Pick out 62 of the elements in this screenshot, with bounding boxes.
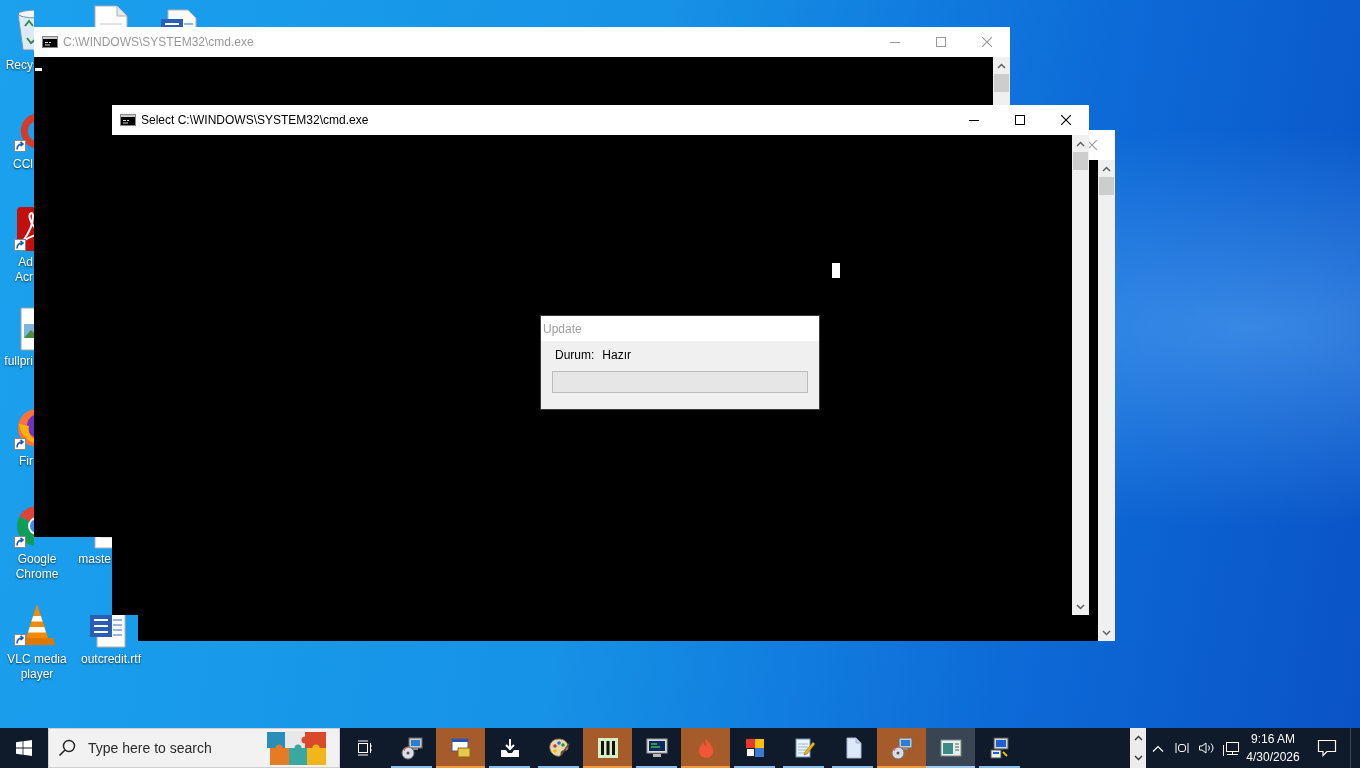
computer-icon (987, 736, 1012, 760)
taskbar-scroll-down-button[interactable] (1130, 748, 1146, 768)
console-icon (42, 36, 58, 48)
computer-disc-icon (399, 736, 424, 760)
scroll-down-icon[interactable] (1102, 629, 1111, 636)
document-icon[interactable] (89, 615, 127, 648)
notification-icon (1317, 739, 1337, 757)
palette-icon (546, 736, 571, 760)
taskbar-app-button[interactable] (583, 728, 632, 768)
chevron-down-icon (1133, 755, 1143, 761)
scroll-down-icon[interactable] (1076, 603, 1085, 610)
scrollbar[interactable] (1098, 160, 1115, 641)
desktop-icon-label[interactable]: CCl (13, 157, 33, 172)
chevron-up-icon (1133, 735, 1143, 741)
scrollbar-thumb[interactable] (1073, 152, 1088, 170)
desktop-icon-label[interactable]: maste (78, 552, 111, 567)
window-box-icon (448, 736, 473, 760)
computer-disc-icon (889, 736, 914, 760)
scrollbar[interactable] (993, 57, 1010, 105)
camera-icon (1174, 741, 1190, 755)
desktop-icon-label[interactable]: fullpri (4, 354, 33, 369)
taskbar-app-button[interactable] (436, 728, 485, 768)
close-icon (982, 37, 992, 47)
maximize-icon (936, 37, 946, 47)
desktop-icon-label[interactable]: Ad Acr (15, 255, 33, 285)
field-value: Hazır (602, 348, 631, 363)
console-icon (120, 114, 136, 126)
search-icon (58, 739, 76, 757)
cursor-icon (832, 263, 840, 278)
maximize-icon (1015, 115, 1025, 125)
desktop-icon-label[interactable]: outcredit.rtf (81, 652, 141, 667)
minimize-icon (890, 41, 900, 43)
taskbar-scroll-up-button[interactable] (1130, 728, 1146, 748)
network-icon (1221, 740, 1239, 756)
scroll-up-icon[interactable] (1102, 165, 1111, 172)
minimize-icon (969, 119, 979, 121)
clock-button[interactable]: 9:16 AM 4/30/2026 (1242, 728, 1304, 768)
puzzle-icon (265, 729, 328, 767)
scroll-up-icon[interactable] (997, 62, 1006, 69)
window-title: C:\WINDOWS\SYSTEM32\cmd.exe (63, 34, 254, 51)
window-title: Update (543, 320, 582, 338)
chevron-up-icon (1152, 744, 1164, 752)
desktop-icon-label[interactable]: Fir (19, 454, 33, 469)
desktop-icon-label[interactable]: Google Chrome (15, 552, 59, 582)
scrollbar-thumb[interactable] (994, 74, 1009, 92)
terminal-monitor-icon (644, 736, 669, 760)
scrollbar[interactable] (1072, 135, 1089, 615)
speaker-icon (1197, 741, 1215, 755)
desktop-icon-label[interactable]: VLC media player (7, 652, 67, 682)
taskbar-app-button[interactable] (926, 728, 975, 768)
scrollbar-thumb[interactable] (1099, 177, 1114, 195)
windows-logo-icon (16, 740, 32, 756)
scroll-up-icon[interactable] (1076, 140, 1085, 147)
bars-tile-icon (595, 736, 620, 760)
search-bar[interactable]: Type here to search (48, 728, 340, 768)
close-icon (1061, 115, 1071, 125)
field-label: Durum: (555, 348, 595, 363)
desktop-icon-label[interactable]: Recy (5, 58, 33, 73)
window-title: Select C:\WINDOWS\SYSTEM32\cmd.exe (141, 112, 369, 129)
window-icon (938, 736, 963, 760)
search-field[interactable]: Type here to search (88, 737, 258, 759)
cursor-icon (35, 68, 42, 71)
